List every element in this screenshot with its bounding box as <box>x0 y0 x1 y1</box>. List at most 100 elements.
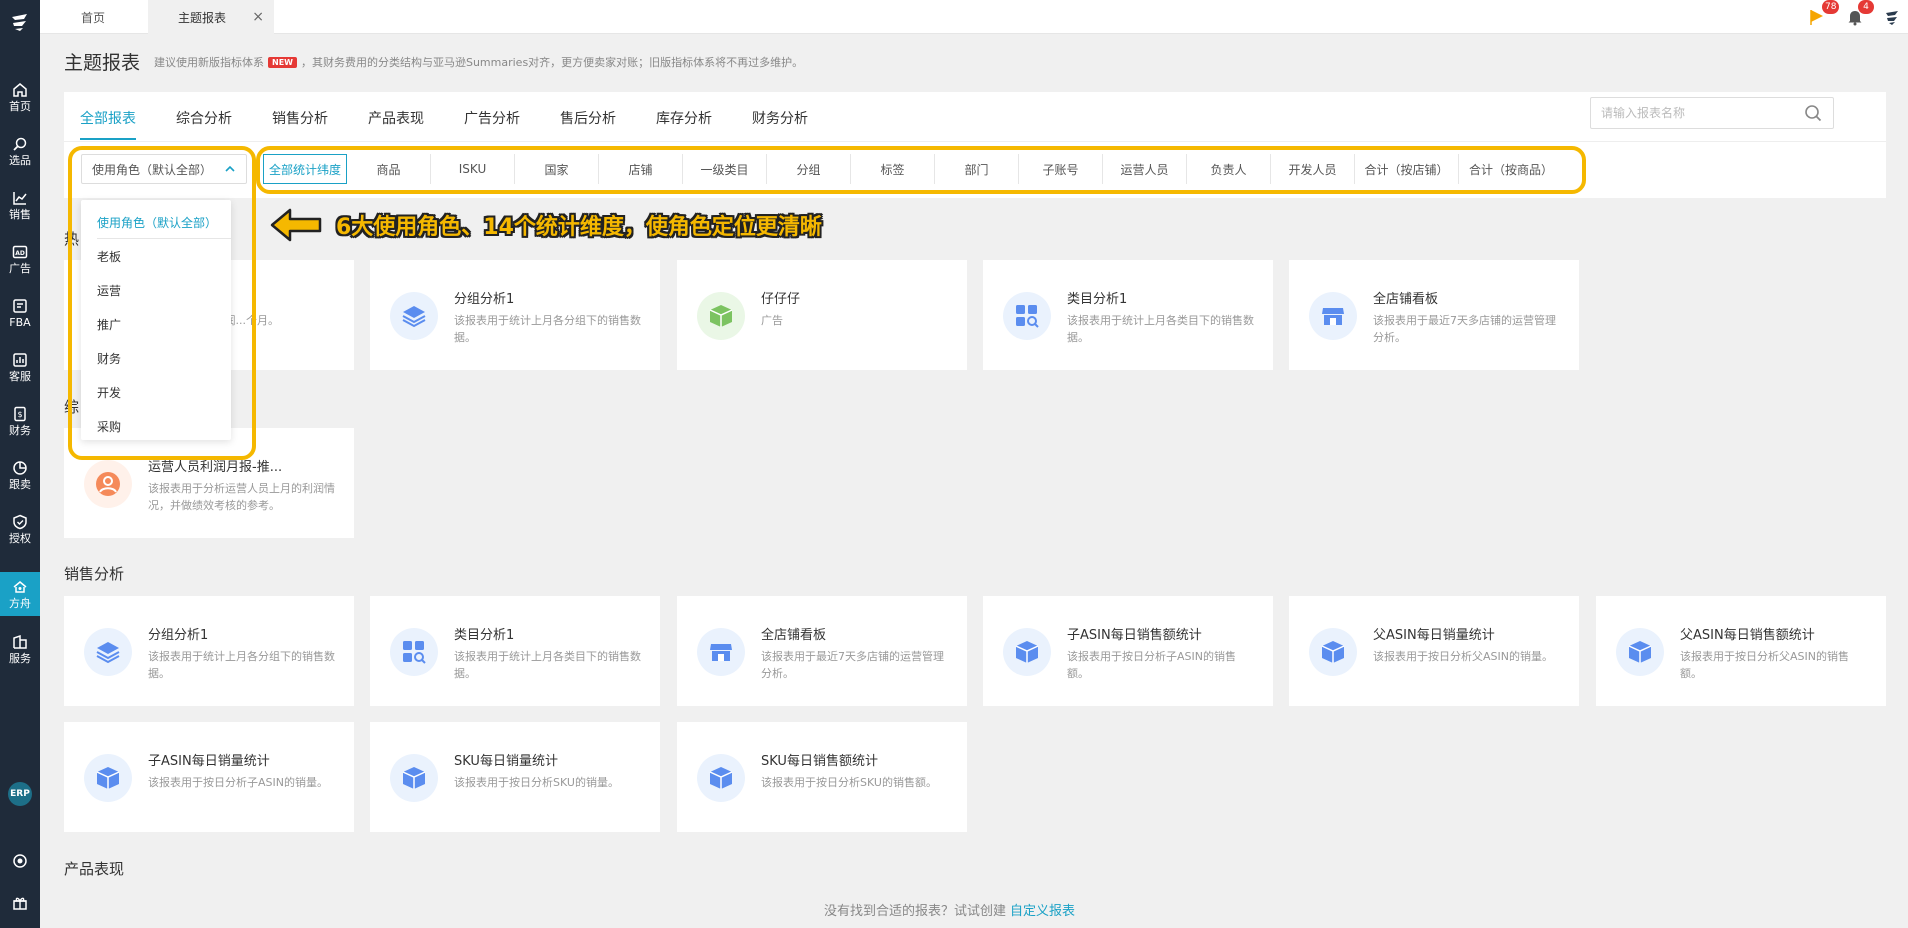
dim-product[interactable]: 商品 <box>347 154 431 184</box>
section-title-product: 产品表现 <box>64 860 125 878</box>
sidebar-item-service[interactable]: 客服 <box>0 342 40 392</box>
role-option-promotion[interactable]: 推广 <box>97 316 121 333</box>
role-option-purchase[interactable]: 采购 <box>97 418 121 435</box>
report-card[interactable]: 全店铺看板 该报表用于最近7天多店铺的运营管理分析。 <box>677 596 967 706</box>
dim-isku[interactable]: ISKU <box>431 154 515 184</box>
search-icon[interactable] <box>1804 104 1822 122</box>
report-card-title: 仔仔仔 <box>761 292 801 307</box>
notice-text-before: 建议使用新版指标体系 <box>154 56 264 69</box>
sidebar-item-home[interactable]: 首页 <box>0 72 40 122</box>
tab-inventory[interactable]: 库存分析 <box>656 108 712 128</box>
role-select-value: 使用角色（默认全部） <box>92 162 213 177</box>
store-icon <box>697 628 745 676</box>
report-card[interactable]: 运营人员利润月报-推... 该报表用于分析运营人员上月的利润情况，并做绩效考核的… <box>64 428 354 538</box>
tab-sales[interactable]: 销售分析 <box>272 108 328 128</box>
tab-home[interactable]: 首页 <box>40 0 146 34</box>
headset-icon <box>13 854 27 868</box>
dim-all[interactable]: 全部统计纬度 <box>263 154 347 184</box>
sidebar-item-finance[interactable]: $ 财务 <box>0 396 40 446</box>
dim-total-by-store[interactable]: 合计（按店铺） <box>1355 154 1459 184</box>
report-card[interactable]: 父ASIN每日销售额统计 该报表用于按日分析父ASIN的销售额。 <box>1596 596 1886 706</box>
report-card-title: 分组分析1 <box>454 292 515 307</box>
sidebar-item-sales[interactable]: 销售 <box>0 180 40 230</box>
page-title: 主题报表 <box>64 52 141 74</box>
box-icon <box>697 292 745 340</box>
sidebar-item-follow-sell[interactable]: 跟卖 <box>0 450 40 500</box>
report-card[interactable]: SKU每日销量统计 该报表用于按日分析SKU的销量。 <box>370 722 660 832</box>
report-card-desc: 该报表用于最近7天多店铺的运营管理分析。 <box>1373 314 1556 344</box>
sidebar-item-fba[interactable]: FBA <box>0 288 40 338</box>
cube-icon <box>390 754 438 802</box>
report-card[interactable]: 全店铺看板 该报表用于最近7天多店铺的运营管理分析。 <box>1289 260 1579 370</box>
person-icon <box>84 460 132 508</box>
report-card[interactable]: 分组分析1 该报表用于统计上月各分组下的销售数据。 <box>64 596 354 706</box>
report-card[interactable]: 子ASIN每日销售额统计 该报表用于按日分析子ASIN的销售额。 <box>983 596 1273 706</box>
shield-icon <box>13 514 27 529</box>
user-avatar[interactable] <box>1882 4 1902 30</box>
dim-owner[interactable]: 负责人 <box>1187 154 1271 184</box>
bell-notifications[interactable]: 4 <box>1846 0 1874 30</box>
report-card-title: 分组分析1 <box>148 628 209 643</box>
dim-total-by-product[interactable]: 合计（按商品） <box>1459 154 1563 184</box>
tab-comprehensive[interactable]: 综合分析 <box>176 108 232 128</box>
report-card[interactable]: 类目分析1 该报表用于统计上月各类目下的销售数据。 <box>370 596 660 706</box>
service-icon <box>13 352 27 367</box>
tab-finance[interactable]: 财务分析 <box>752 108 808 128</box>
category-icon <box>1003 292 1051 340</box>
tab-theme-report[interactable]: 主题报表 × <box>148 0 274 34</box>
tab-ads[interactable]: 广告分析 <box>464 108 520 128</box>
svg-text:AD: AD <box>15 250 25 257</box>
section-title-hot: 热 <box>64 230 80 248</box>
erp-badge[interactable]: ERP <box>8 782 32 806</box>
sidebar-item-selection[interactable]: 选品 <box>0 126 40 176</box>
report-card[interactable]: 子ASIN每日销量统计 该报表用于按日分析子ASIN的销量。 <box>64 722 354 832</box>
role-option-operation[interactable]: 运营 <box>97 282 121 299</box>
role-option-development[interactable]: 开发 <box>97 384 121 401</box>
role-option-all[interactable]: 使用角色（默认全部） <box>97 214 217 231</box>
dim-store[interactable]: 店铺 <box>599 154 683 184</box>
sidebar-item-ark[interactable]: 方舟 <box>0 572 40 616</box>
sidebar-item-services[interactable]: 服务 <box>0 624 40 674</box>
dim-category[interactable]: 一级类目 <box>683 154 767 184</box>
avatar-icon <box>1886 11 1898 25</box>
tab-product[interactable]: 产品表现 <box>368 108 424 128</box>
app-logo[interactable] <box>0 0 40 44</box>
tab-all-reports[interactable]: 全部报表 <box>80 108 136 128</box>
dim-sub-account[interactable]: 子账号 <box>1019 154 1103 184</box>
report-card-title: SKU每日销量统计 <box>454 754 558 769</box>
role-select[interactable]: 使用角色（默认全部） <box>81 154 247 184</box>
finance-icon: $ <box>14 406 26 421</box>
report-card-title: 子ASIN每日销量统计 <box>148 754 270 769</box>
cube-icon <box>1003 628 1051 676</box>
dim-developer[interactable]: 开发人员 <box>1271 154 1355 184</box>
custom-report-link[interactable]: 自定义报表 <box>1010 904 1075 919</box>
report-search-input[interactable] <box>1590 97 1834 129</box>
svg-text:$: $ <box>17 410 22 419</box>
dim-operator[interactable]: 运营人员 <box>1103 154 1187 184</box>
dim-country[interactable]: 国家 <box>515 154 599 184</box>
report-card[interactable]: 父ASIN每日销量统计 该报表用于按日分析父ASIN的销量。 <box>1289 596 1579 706</box>
cube-icon <box>1616 628 1664 676</box>
report-card-desc: 该报表用于统计上月各分组下的销售数据。 <box>454 314 641 344</box>
tab-after-sales[interactable]: 售后分析 <box>560 108 616 128</box>
report-card[interactable]: SKU每日销售额统计 该报表用于按日分析SKU的销售额。 <box>677 722 967 832</box>
dimension-filter: 全部统计纬度 商品 ISKU 国家 店铺 一级类目 分组 标签 部门 子账号 运… <box>263 152 1583 186</box>
sidebar-item-auth[interactable]: 授权 <box>0 504 40 554</box>
report-card[interactable]: 类目分析1 该报表用于统计上月各类目下的销售数据。 <box>983 260 1273 370</box>
report-card-desc: 该报表用于按日分析父ASIN的销量。 <box>1373 650 1553 663</box>
report-card-desc: 该报表用于统计上月各分组下的销售数据。 <box>148 650 335 680</box>
sidebar-item-ads[interactable]: AD 广告 <box>0 234 40 284</box>
role-option-boss[interactable]: 老板 <box>97 248 121 265</box>
cube-icon <box>697 754 745 802</box>
dim-group[interactable]: 分组 <box>767 154 851 184</box>
customer-support-button[interactable] <box>0 846 40 876</box>
gift-button[interactable] <box>0 888 40 918</box>
role-option-finance[interactable]: 财务 <box>97 350 121 367</box>
dim-department[interactable]: 部门 <box>935 154 1019 184</box>
dim-tag[interactable]: 标签 <box>851 154 935 184</box>
flag-notifications[interactable]: 78 <box>1808 0 1840 30</box>
report-card[interactable]: 仔仔仔 广告 <box>677 260 967 370</box>
close-icon[interactable]: × <box>252 9 264 25</box>
new-badge: NEW <box>268 56 297 68</box>
report-card[interactable]: 分组分析1 该报表用于统计上月各分组下的销售数据。 <box>370 260 660 370</box>
